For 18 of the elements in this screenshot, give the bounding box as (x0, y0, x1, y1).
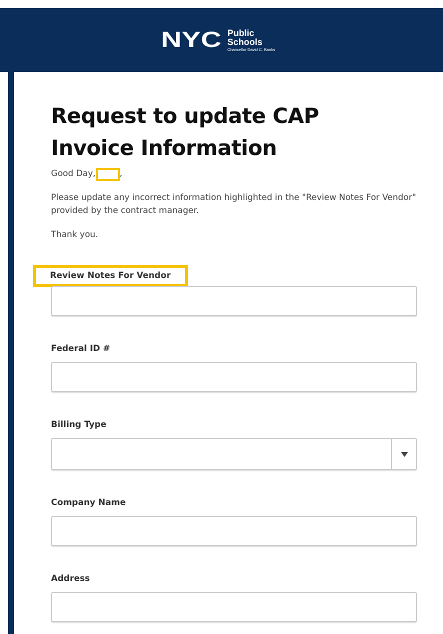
field-label: Federal ID # (51, 343, 110, 356)
greeting-text: Good Day, (51, 169, 96, 179)
logo-mark: NYC (160, 29, 222, 51)
field-label: Review Notes For Vendor (36, 268, 185, 284)
field-label: Company Name (51, 497, 126, 510)
input-field[interactable] (51, 362, 417, 392)
caret-icon (400, 452, 408, 456)
field-label: Billing Type (51, 419, 106, 432)
dropdown-field[interactable] (51, 438, 417, 470)
input-field[interactable] (51, 286, 417, 316)
greeting-comma: , (120, 169, 122, 179)
input-field[interactable] (51, 516, 417, 546)
form-title: Request to update CAP Invoice Information (51, 103, 320, 162)
body-paragraph: Thank you. (51, 229, 100, 242)
field-label: Address (51, 573, 90, 586)
input-field[interactable] (51, 592, 417, 622)
logo-title: Public Schools (227, 28, 264, 46)
body-paragraph: Please update any incorrect information highlighted in the "Review Notes For Vendor" provided by the contract manager. (51, 192, 417, 218)
